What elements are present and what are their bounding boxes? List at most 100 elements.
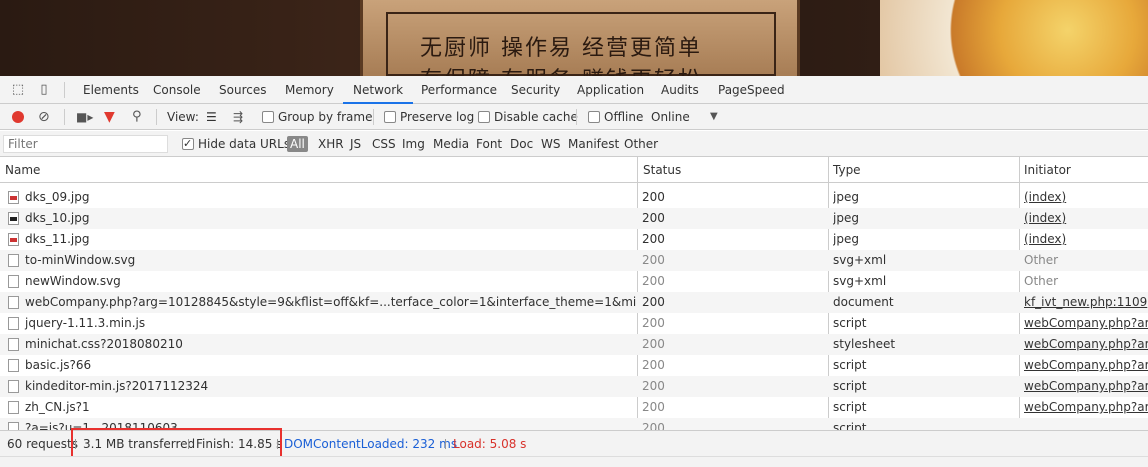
- filter-type-all[interactable]: All: [287, 136, 308, 152]
- column-header-name[interactable]: Name: [0, 157, 40, 183]
- request-type: jpeg: [833, 232, 859, 246]
- offline-checkbox[interactable]: Offline: [588, 109, 643, 125]
- request-initiator-link[interactable]: webCompany.php?arg=: [1024, 313, 1148, 334]
- request-status: 200: [642, 337, 665, 351]
- requests-table-header: Name Status Type Initiator: [0, 157, 1148, 183]
- tab-sources[interactable]: Sources: [219, 76, 266, 104]
- table-row[interactable]: to-minWindow.svg 200 svg+xml Other: [0, 250, 1148, 271]
- request-initiator-link[interactable]: [1024, 418, 1148, 430]
- request-initiator-link[interactable]: (index): [1024, 208, 1148, 229]
- table-row[interactable]: newWindow.svg 200 svg+xml Other: [0, 271, 1148, 292]
- request-name-cell: dks_10.jpg: [8, 208, 636, 229]
- checkbox-icon: [478, 111, 490, 123]
- table-row[interactable]: minichat.css?2018080210 200 stylesheet w…: [0, 334, 1148, 355]
- filter-type-manifest[interactable]: Manifest: [568, 136, 619, 152]
- throttling-select[interactable]: Online: [651, 109, 690, 125]
- file-icon: [8, 359, 19, 372]
- checkbox-icon: [262, 111, 274, 123]
- request-initiator-link[interactable]: (index): [1024, 229, 1148, 250]
- column-header-initiator[interactable]: Initiator: [1019, 157, 1071, 183]
- filter-type-img[interactable]: Img: [402, 136, 425, 152]
- table-row[interactable]: webCompany.php?arg=10128845&style=9&kfli…: [0, 292, 1148, 313]
- request-status: 200: [642, 190, 665, 204]
- request-type: document: [833, 295, 894, 309]
- table-row[interactable]: dks_11.jpg 200 jpeg (index): [0, 229, 1148, 250]
- chevron-down-icon[interactable]: ▼: [710, 109, 718, 125]
- filter-type-other[interactable]: Other: [624, 136, 658, 152]
- filter-input[interactable]: [3, 135, 168, 153]
- request-name: newWindow.svg: [25, 274, 121, 288]
- column-header-status[interactable]: Status: [638, 157, 681, 183]
- table-row[interactable]: jquery-1.11.3.min.js 200 script webCompa…: [0, 313, 1148, 334]
- request-initiator: Other: [1024, 274, 1059, 288]
- request-name: zh_CN.js?1: [25, 400, 90, 414]
- tab-memory[interactable]: Memory: [285, 76, 334, 104]
- request-type: script: [833, 379, 867, 393]
- tab-security[interactable]: Security: [511, 76, 560, 104]
- filter-type-xhr[interactable]: XHR: [318, 136, 344, 152]
- column-header-type[interactable]: Type: [828, 157, 861, 183]
- filter-icon[interactable]: ▼: [104, 109, 115, 125]
- tab-network[interactable]: Network: [343, 76, 414, 104]
- offline-label: Offline: [604, 110, 644, 124]
- request-name: minichat.css?2018080210: [25, 337, 183, 351]
- request-status: 200: [642, 253, 665, 267]
- tab-audits[interactable]: Audits: [661, 76, 699, 104]
- filter-type-doc[interactable]: Doc: [510, 136, 533, 152]
- throttling-value: Online: [651, 110, 690, 124]
- tab-application[interactable]: Application: [577, 76, 644, 104]
- clear-icon[interactable]: ⊘: [38, 109, 50, 125]
- requests-table-body: dks_09.jpg 200 jpeg (index) dks_10.jpg 2…: [0, 183, 1148, 430]
- checkbox-icon: [384, 111, 396, 123]
- request-name: basic.js?66: [25, 358, 92, 372]
- preserve-log-label: Preserve log: [400, 110, 475, 124]
- request-name: to-minWindow.svg: [25, 253, 136, 267]
- request-initiator-link[interactable]: (index): [1024, 187, 1148, 208]
- table-row[interactable]: kindeditor-min.js?2017112324 200 script …: [0, 376, 1148, 397]
- request-initiator-link[interactable]: kf_ivt_new.php:1109: [1024, 292, 1148, 313]
- large-rows-icon[interactable]: ☰: [206, 109, 217, 125]
- request-initiator-link[interactable]: webCompany.php?arg=: [1024, 334, 1148, 355]
- filter-type-media[interactable]: Media: [433, 136, 469, 152]
- banner-food-image: [880, 0, 1148, 76]
- table-row[interactable]: basic.js?66 200 script webCompany.php?ar…: [0, 355, 1148, 376]
- filter-type-css[interactable]: CSS: [372, 136, 396, 152]
- request-initiator-link[interactable]: webCompany.php?arg=: [1024, 355, 1148, 376]
- device-toolbar-icon[interactable]: ▯: [36, 82, 52, 98]
- capture-screenshots-icon[interactable]: ■▸: [76, 109, 93, 125]
- request-name-cell: zh_CN.js?1: [8, 397, 636, 418]
- tab-performance[interactable]: Performance: [421, 76, 497, 104]
- filter-type-ws[interactable]: WS: [541, 136, 560, 152]
- hide-data-urls-checkbox[interactable]: Hide data URLs: [182, 136, 290, 152]
- request-name: dks_09.jpg: [25, 190, 90, 204]
- request-type: jpeg: [833, 190, 859, 204]
- group-by-frame-checkbox[interactable]: Group by frame: [262, 109, 372, 125]
- request-initiator-link[interactable]: webCompany.php?arg=: [1024, 397, 1148, 418]
- request-name-cell: jquery-1.11.3.min.js: [8, 313, 636, 334]
- tabbar-separator: [64, 82, 65, 98]
- request-name-cell: basic.js?66: [8, 355, 636, 376]
- record-icon[interactable]: [12, 111, 24, 123]
- tab-elements[interactable]: Elements: [83, 76, 139, 104]
- preserve-log-checkbox[interactable]: Preserve log: [384, 109, 474, 125]
- table-row[interactable]: zh_CN.js?1 200 script webCompany.php?arg…: [0, 397, 1148, 418]
- filter-type-js[interactable]: JS: [350, 136, 361, 152]
- inspect-element-icon[interactable]: ⬚: [10, 82, 26, 98]
- request-status: 200: [642, 295, 665, 309]
- search-icon[interactable]: ⚲: [132, 109, 142, 125]
- request-name: webCompany.php?arg=10128845&style=9&kfli…: [25, 295, 636, 309]
- tab-console[interactable]: Console: [153, 76, 201, 104]
- load-time: Load: 5.08 s: [453, 437, 527, 451]
- tab-pagespeed[interactable]: PageSpeed: [718, 76, 785, 104]
- table-row[interactable]: dks_09.jpg 200 jpeg (index): [0, 187, 1148, 208]
- request-initiator-link[interactable]: webCompany.php?arg=: [1024, 376, 1148, 397]
- request-status: 200: [642, 379, 665, 393]
- image-file-icon: [8, 233, 19, 246]
- waterfall-icon[interactable]: ⇶: [233, 109, 243, 125]
- request-status: 200: [642, 358, 665, 372]
- disable-cache-checkbox[interactable]: Disable cache: [478, 109, 578, 125]
- filter-type-font[interactable]: Font: [476, 136, 502, 152]
- table-row[interactable]: dks_10.jpg 200 jpeg (index): [0, 208, 1148, 229]
- summary-separator: [445, 439, 446, 449]
- request-name-cell: kindeditor-min.js?2017112324: [8, 376, 636, 397]
